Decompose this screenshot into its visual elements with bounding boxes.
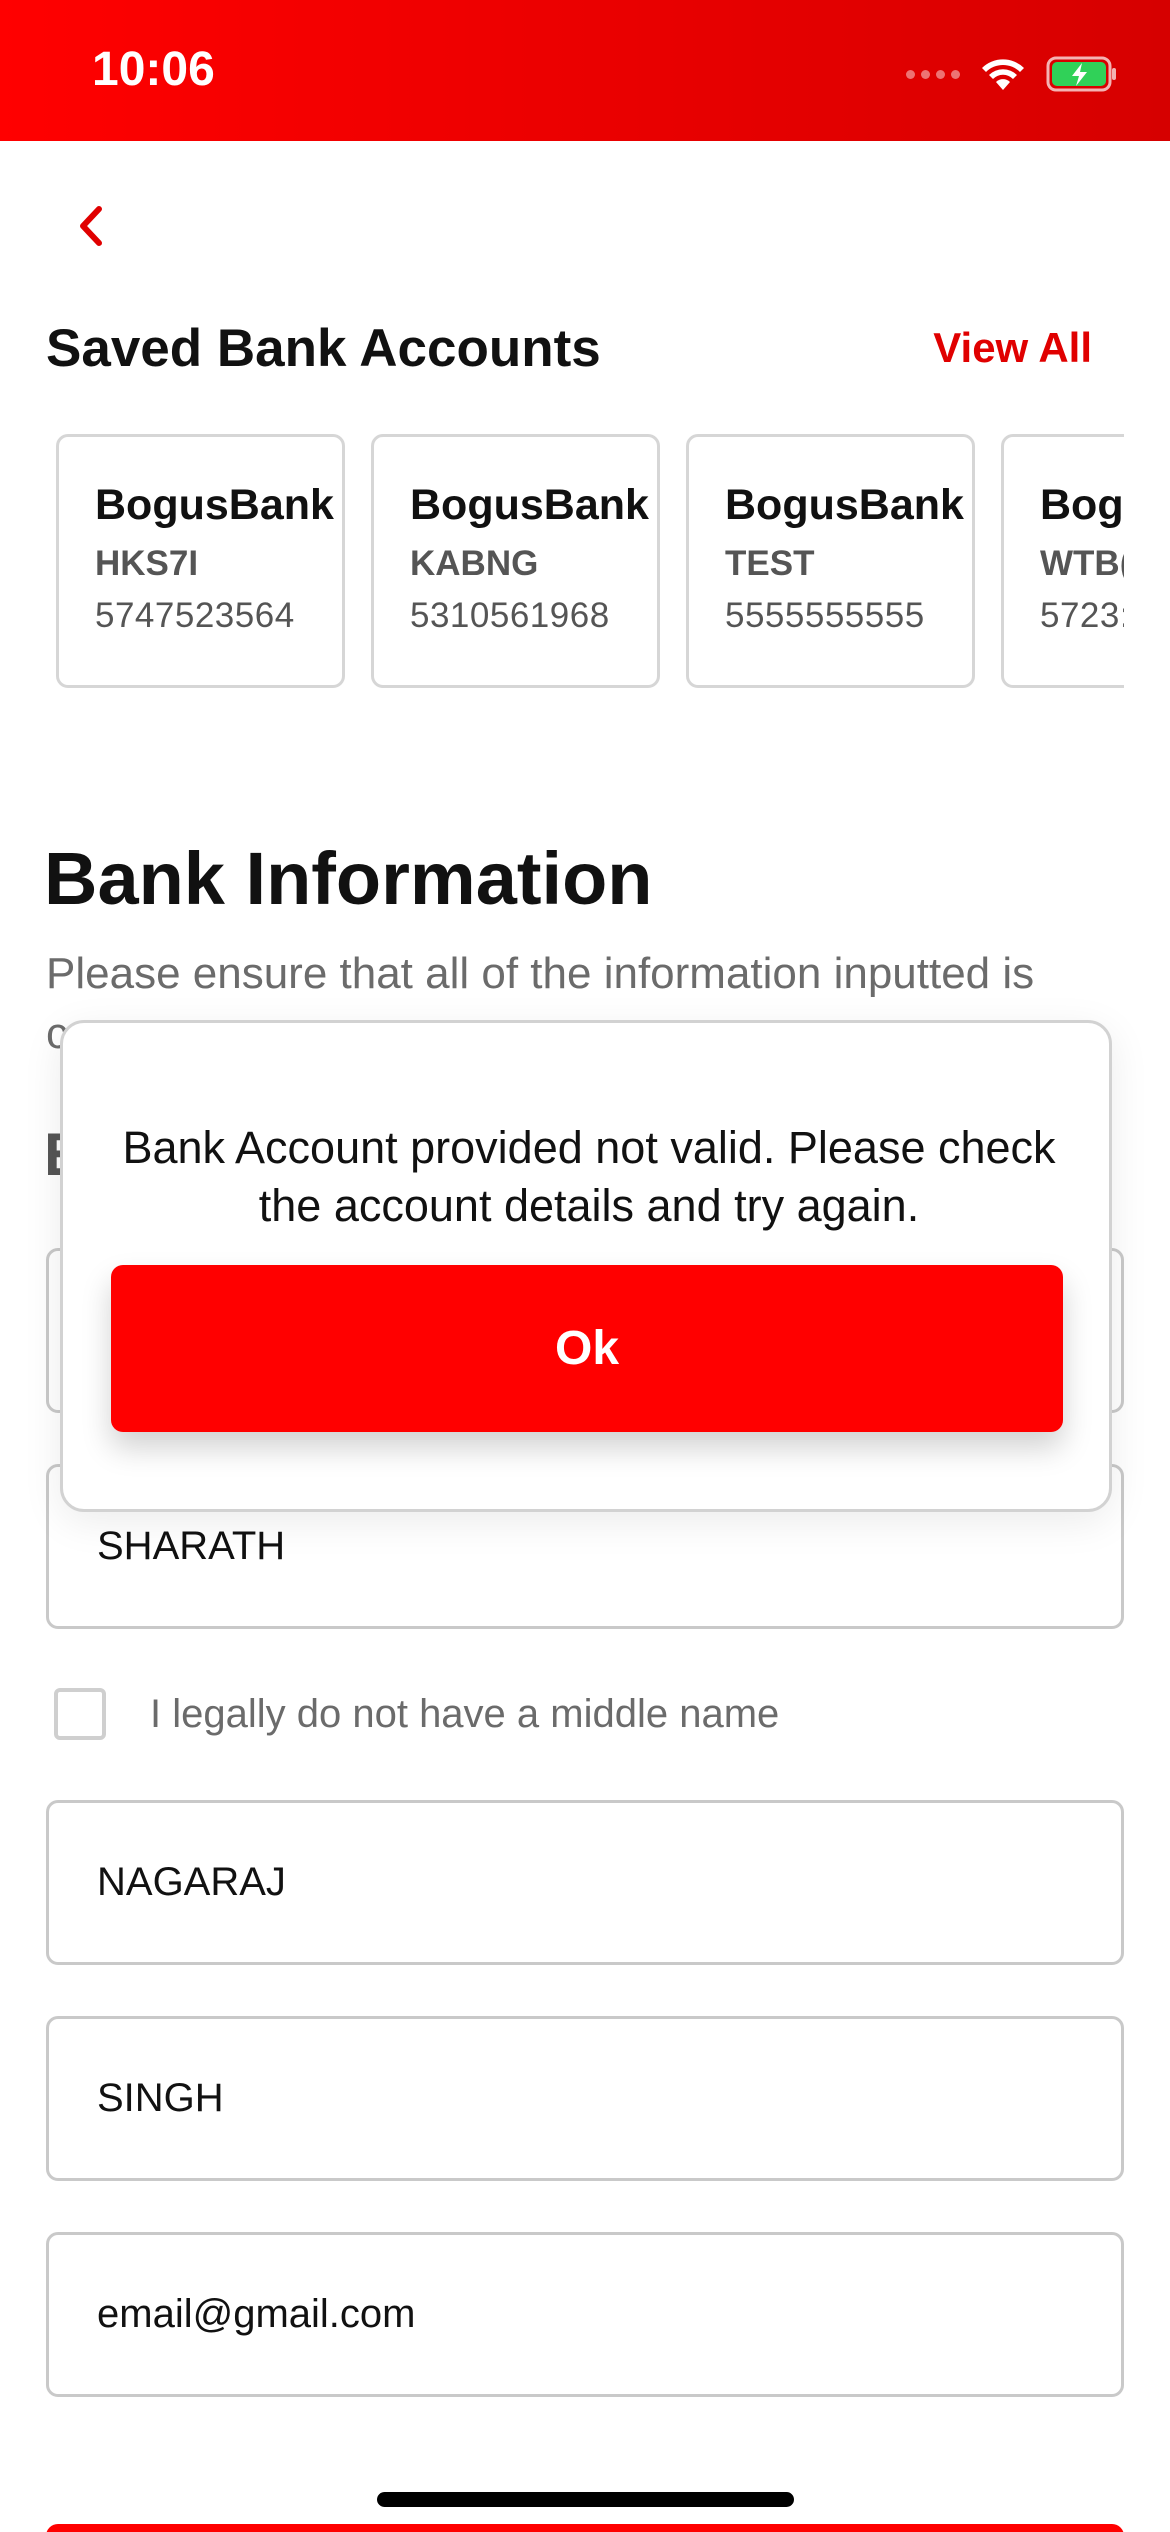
view-all-link[interactable]: View All: [933, 324, 1092, 372]
card-bank-code: TEST: [725, 544, 815, 583]
wifi-icon: [980, 56, 1026, 92]
card-account-number: 5723:: [1040, 596, 1124, 635]
card-account-number: 5310561968: [410, 596, 610, 635]
middle-name-input[interactable]: NAGARAJ: [46, 1800, 1124, 1965]
status-icons: [906, 52, 1118, 96]
card-bank-name: Bogu: [1040, 481, 1124, 529]
card-bank-name: BogusBank: [410, 481, 649, 529]
card-bank-code: WTB(: [1040, 544, 1124, 583]
bank-information-title: Bank Information: [44, 837, 653, 920]
saved-account-card[interactable]: BogusBank HKS7I 5747523564: [56, 434, 345, 688]
ok-button[interactable]: Ok: [111, 1265, 1063, 1432]
home-indicator: [377, 2492, 794, 2507]
saved-accounts-carousel[interactable]: BogusBank HKS7I 5747523564 BogusBank KAB…: [56, 434, 1124, 690]
back-button[interactable]: [60, 196, 120, 256]
battery-charging-icon: [1046, 56, 1118, 92]
continue-button[interactable]: [46, 2524, 1124, 2532]
card-account-number: 5555555555: [725, 596, 925, 635]
description-line-1: Please ensure that all of the informatio…: [46, 949, 1035, 998]
no-middle-name-label: I legally do not have a middle name: [150, 1691, 780, 1736]
card-bank-name: BogusBank: [725, 481, 964, 529]
chevron-left-icon: [80, 206, 102, 246]
card-bank-code: HKS7I: [95, 544, 199, 583]
saved-accounts-title: Saved Bank Accounts: [46, 319, 601, 378]
error-message: Bank Account provided not valid. Please …: [122, 1122, 1056, 1231]
saved-account-card[interactable]: BogusBank TEST 5555555555: [686, 434, 975, 688]
no-middle-name-row[interactable]: I legally do not have a middle name: [54, 1688, 779, 1740]
status-bar: 10:06: [0, 0, 1170, 141]
card-account-number: 5747523564: [95, 596, 295, 635]
no-middle-name-checkbox[interactable]: [54, 1688, 106, 1740]
status-time: 10:06: [92, 43, 215, 96]
card-bank-code: KABNG: [410, 544, 539, 583]
saved-account-card[interactable]: Bogu WTB( 5723:: [1001, 434, 1124, 688]
error-dialog: Bank Account provided not valid. Please …: [60, 1020, 1112, 1512]
signal-icon: [906, 69, 960, 79]
saved-account-card[interactable]: BogusBank KABNG 5310561968: [371, 434, 660, 688]
last-name-input[interactable]: SINGH: [46, 2016, 1124, 2181]
card-bank-name: BogusBank: [95, 481, 334, 529]
email-input[interactable]: email@gmail.com: [46, 2232, 1124, 2397]
